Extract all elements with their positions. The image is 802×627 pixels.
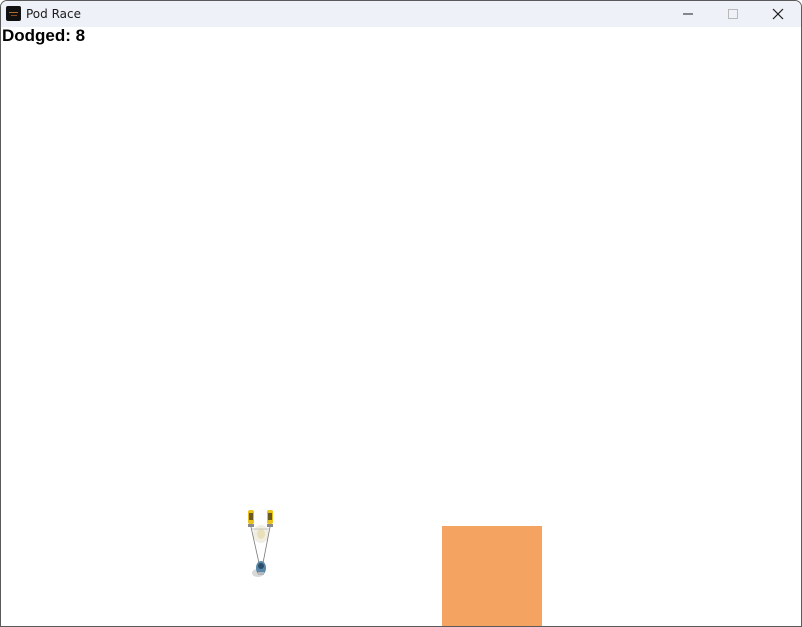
minimize-icon	[683, 13, 693, 15]
obstacle-block	[442, 526, 542, 626]
minimize-button[interactable]	[665, 1, 711, 27]
title-bar[interactable]: Pod Race	[1, 1, 801, 27]
maximize-icon	[728, 9, 738, 19]
window-title: Pod Race	[26, 7, 81, 21]
podracer-sprite	[248, 510, 273, 577]
app-window: Pod Race Dodged: 8	[0, 0, 802, 627]
close-button[interactable]	[755, 1, 801, 27]
close-icon	[772, 8, 784, 20]
maximize-button[interactable]	[710, 1, 756, 27]
game-canvas[interactable]: Dodged: 8	[1, 26, 801, 626]
app-icon	[6, 6, 21, 21]
dodged-counter: Dodged: 8	[2, 26, 86, 45]
